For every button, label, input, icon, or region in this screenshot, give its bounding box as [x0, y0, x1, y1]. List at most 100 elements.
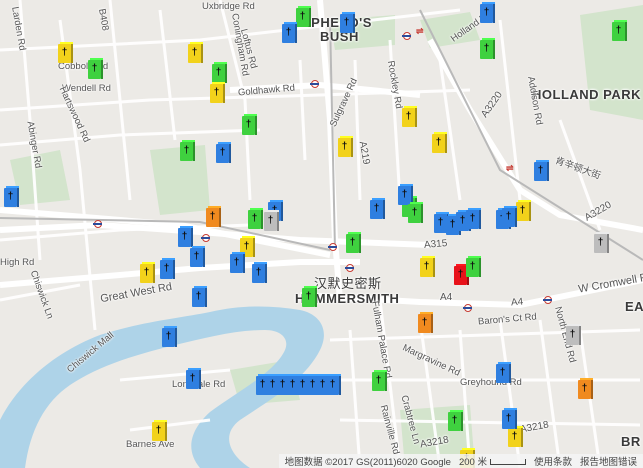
map-marker[interactable]: † [296, 6, 311, 27]
marker-side [359, 234, 361, 253]
marker-side [253, 238, 255, 257]
person-icon: † [163, 263, 170, 274]
terms-link[interactable]: 使用条款 [534, 454, 572, 468]
map-marker[interactable]: † [178, 226, 193, 247]
map-marker[interactable]: † [516, 200, 531, 221]
map-marker[interactable]: † [612, 20, 627, 41]
map-marker[interactable]: † [152, 420, 167, 441]
person-icon: † [61, 47, 68, 58]
person-icon: † [209, 211, 216, 222]
map-marker[interactable]: † [190, 246, 205, 267]
tube-station-icon[interactable] [402, 32, 411, 40]
person-icon: † [581, 383, 588, 394]
person-icon: † [597, 237, 604, 248]
map-marker[interactable]: † [370, 198, 385, 219]
marker-side [295, 24, 297, 43]
map-marker[interactable]: † [192, 286, 207, 307]
map-marker[interactable]: † [58, 42, 73, 63]
map-marker[interactable]: † [402, 106, 417, 127]
map-marker[interactable]: † [282, 22, 297, 43]
rail-station-icon[interactable]: ⇌ [416, 26, 424, 37]
map-marker[interactable]: † [432, 132, 447, 153]
map-marker[interactable]: † [418, 312, 433, 333]
map-marker[interactable]: † [88, 58, 103, 79]
map-marker[interactable]: † [188, 42, 203, 63]
map-marker[interactable]: † [448, 410, 463, 431]
map-marker[interactable]: † [326, 374, 341, 395]
person-icon: † [421, 317, 428, 328]
tube-station-icon[interactable] [328, 243, 337, 251]
marker-side [547, 162, 549, 181]
map-marker[interactable]: † [480, 2, 495, 23]
map-marker[interactable]: † [212, 62, 227, 83]
map-marker[interactable]: † [346, 232, 361, 253]
map-marker[interactable]: † [180, 140, 195, 161]
marker-side [591, 380, 593, 399]
marker-side [223, 84, 225, 103]
map-marker[interactable]: † [480, 38, 495, 59]
marker-side [203, 248, 205, 267]
marker-side [579, 326, 581, 345]
person-icon: † [91, 63, 98, 74]
marker-side [607, 234, 609, 253]
map-marker[interactable]: † [338, 136, 353, 157]
report-error-link[interactable]: 报告地图错误 [580, 454, 637, 468]
map-marker[interactable]: † [160, 258, 175, 279]
marker-side [515, 208, 517, 227]
map-marker[interactable]: † [242, 114, 257, 135]
map-marker[interactable]: † [578, 378, 593, 399]
person-icon: † [233, 257, 240, 268]
map-marker[interactable]: † [230, 252, 245, 273]
map-marker[interactable]: † [186, 368, 201, 389]
marker-side [383, 200, 385, 219]
map-marker[interactable]: † [534, 160, 549, 181]
person-icon: † [189, 373, 196, 384]
marker-side [205, 288, 207, 307]
map-marker[interactable]: † [502, 408, 517, 429]
map-marker[interactable]: † [408, 202, 423, 223]
tube-station-icon[interactable] [93, 220, 102, 228]
marker-side [175, 328, 177, 347]
marker-side [71, 44, 73, 63]
map-canvas[interactable]: ⇌ ⇌ EPHERD'S BUSH HOLLAND PARK HAMMERSMI… [0, 0, 643, 468]
marker-side [193, 142, 195, 161]
marker-side [515, 410, 517, 429]
tube-station-icon[interactable] [310, 80, 319, 88]
map-marker[interactable]: † [508, 426, 523, 447]
map-marker[interactable]: † [566, 324, 581, 345]
area-label-shepherds-bush: EPHERD'S [302, 15, 372, 30]
tube-station-icon[interactable] [543, 296, 552, 304]
person-icon: † [437, 217, 444, 228]
map-marker[interactable]: † [302, 286, 317, 307]
map-marker[interactable]: † [340, 12, 355, 33]
map-marker[interactable]: † [466, 256, 481, 277]
map-marker[interactable]: † [248, 208, 263, 229]
map-marker[interactable]: † [264, 210, 279, 231]
map-marker[interactable]: † [210, 82, 225, 103]
tube-station-icon[interactable] [345, 264, 354, 272]
map-marker[interactable]: † [420, 256, 435, 277]
marker-side [173, 260, 175, 279]
person-icon: † [569, 329, 576, 340]
map-marker[interactable]: † [140, 262, 155, 283]
tube-station-icon[interactable] [463, 304, 472, 312]
map-marker[interactable]: † [502, 206, 517, 227]
tube-station-icon[interactable] [201, 234, 210, 242]
map-marker[interactable]: † [252, 262, 267, 283]
map-marker[interactable]: † [216, 142, 231, 163]
map-marker[interactable]: † [162, 326, 177, 347]
map-marker[interactable]: † [466, 208, 481, 229]
person-icon: † [165, 331, 172, 342]
marker-side [385, 372, 387, 391]
rail-station-icon[interactable]: ⇌ [506, 163, 514, 174]
map-marker[interactable]: † [4, 186, 19, 207]
marker-side [351, 138, 353, 157]
person-icon: † [499, 367, 506, 378]
person-icon: † [349, 237, 356, 248]
map-marker[interactable]: † [206, 206, 221, 227]
map-marker[interactable]: † [594, 232, 609, 253]
map-marker[interactable]: † [372, 370, 387, 391]
person-icon: † [483, 7, 490, 18]
marker-side [445, 134, 447, 153]
map-marker[interactable]: † [496, 362, 511, 383]
